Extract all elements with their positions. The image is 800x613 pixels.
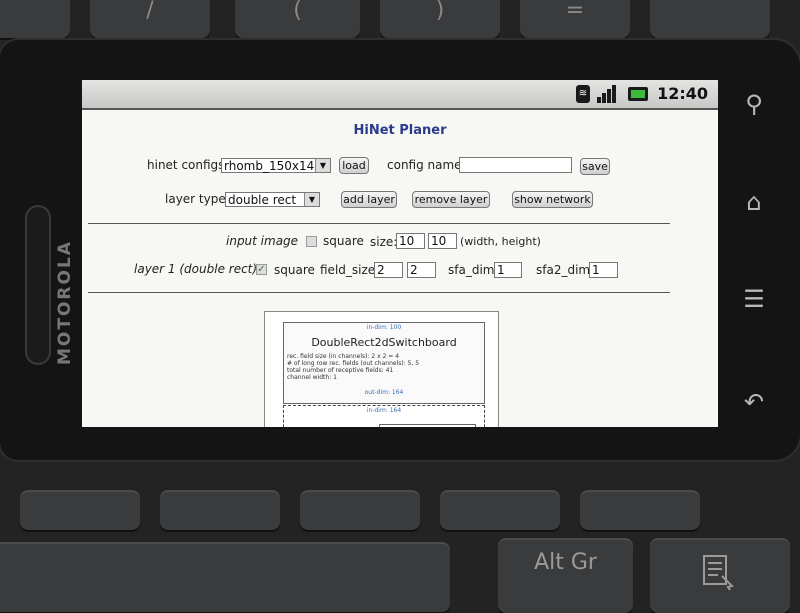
brand-logo: MOTOROLA <box>55 240 75 365</box>
keyboard-top-row: / ( ) = <box>0 0 800 40</box>
key-equals[interactable]: = <box>520 0 630 38</box>
node-line-4: channel width: 1 <box>287 374 337 381</box>
key-row-2-c[interactable] <box>300 490 420 530</box>
size-hint: (width, height) <box>460 235 541 248</box>
next-node: in-dim: 164 <box>283 405 485 427</box>
node-title: DoubleRect2dSwitchboard <box>311 336 457 349</box>
menu-key[interactable] <box>650 538 790 613</box>
sfa2-dim-field[interactable]: 1 <box>589 262 618 278</box>
chevron-down-icon: ▼ <box>304 193 319 206</box>
menu-icon[interactable]: ☰ <box>738 285 770 313</box>
out-dim-label: out-dim: 164 <box>364 389 404 396</box>
status-time: 12:40 <box>657 84 708 103</box>
input-image-square-checkbox[interactable] <box>306 236 317 247</box>
chevron-down-icon: ▼ <box>315 159 330 172</box>
divider-top <box>88 223 670 224</box>
field-height-field[interactable]: 2 <box>407 262 436 278</box>
sfa-dim-label: sfa_dim: <box>448 263 499 277</box>
battery-icon <box>628 87 648 101</box>
sfa2-dim-label: sfa2_dim: <box>536 263 595 277</box>
page-title: HiNet Planer <box>353 123 447 138</box>
load-button[interactable]: load <box>339 157 369 174</box>
in-dim-label: in-dim: 100 <box>366 324 402 331</box>
config-name-label: config name: <box>387 158 466 172</box>
layer1-label: layer 1 (double rect) <box>134 262 258 276</box>
size-label: size: <box>370 235 398 249</box>
inner-box <box>379 424 476 427</box>
web-content: HiNet Planer hinet configs: rhomb_150x14… <box>82 110 718 427</box>
sfa-dim-field[interactable]: 1 <box>494 262 522 278</box>
add-layer-button[interactable]: add layer <box>341 191 397 208</box>
remove-layer-button[interactable]: remove layer <box>412 191 490 208</box>
alt-gr-key[interactable]: Alt Gr <box>498 538 633 613</box>
divider-bottom <box>88 292 670 293</box>
in-dim-label-2: in-dim: 164 <box>366 407 402 414</box>
key-row-2-b[interactable] <box>160 490 280 530</box>
layer1-square-label: square <box>274 263 315 277</box>
configs-select[interactable]: rhomb_150x140 ▼ <box>221 158 331 173</box>
context-menu-icon <box>703 555 734 591</box>
network-diagram: in-dim: 100 DoubleRect2dSwitchboard rec.… <box>264 311 499 427</box>
save-button[interactable]: save <box>580 158 610 175</box>
key-slash[interactable]: / <box>90 0 210 38</box>
layer-type-select-value: double rect <box>228 193 297 207</box>
search-icon[interactable]: ⚲ <box>738 90 770 118</box>
input-width-field[interactable]: 10 <box>396 233 425 249</box>
keyboard-bottom: Alt Gr <box>0 460 800 613</box>
layer-type-label: layer type: <box>165 192 230 206</box>
signal-icon <box>597 85 616 103</box>
show-network-button[interactable]: show network <box>512 191 593 208</box>
key-right[interactable] <box>650 0 770 38</box>
earpiece-slot <box>25 205 51 365</box>
back-icon[interactable]: ↶ <box>738 388 770 416</box>
input-height-field[interactable]: 10 <box>428 233 457 249</box>
layer1-square-checkbox[interactable]: ✓ <box>256 264 267 275</box>
key-row-2-e[interactable] <box>580 490 700 530</box>
configs-select-value: rhomb_150x140 <box>224 159 322 173</box>
key-open-paren[interactable]: ( <box>235 0 360 38</box>
space-bar[interactable] <box>0 542 450 612</box>
key-close-paren[interactable]: ) <box>380 0 500 38</box>
input-image-label: input image <box>226 234 299 248</box>
key-left[interactable] <box>0 0 70 38</box>
switchboard-node: in-dim: 100 DoubleRect2dSwitchboard rec.… <box>283 322 485 404</box>
layer-type-select[interactable]: double rect ▼ <box>225 192 320 207</box>
field-width-field[interactable]: 2 <box>374 262 403 278</box>
configs-label: hinet configs: <box>147 158 229 172</box>
wifi-icon: ≋ <box>576 85 590 103</box>
config-name-input[interactable] <box>459 157 572 173</box>
field-size-label: field_size: <box>320 263 380 277</box>
key-row-2-d[interactable] <box>440 490 560 530</box>
input-image-square-label: square <box>323 234 364 248</box>
phone-screen: ≋ 12:40 HiNet Planer hinet configs: rhom… <box>82 80 718 427</box>
status-bar: ≋ 12:40 <box>82 80 718 110</box>
home-icon[interactable]: ⌂ <box>738 188 770 216</box>
key-row-2-a[interactable] <box>20 490 140 530</box>
